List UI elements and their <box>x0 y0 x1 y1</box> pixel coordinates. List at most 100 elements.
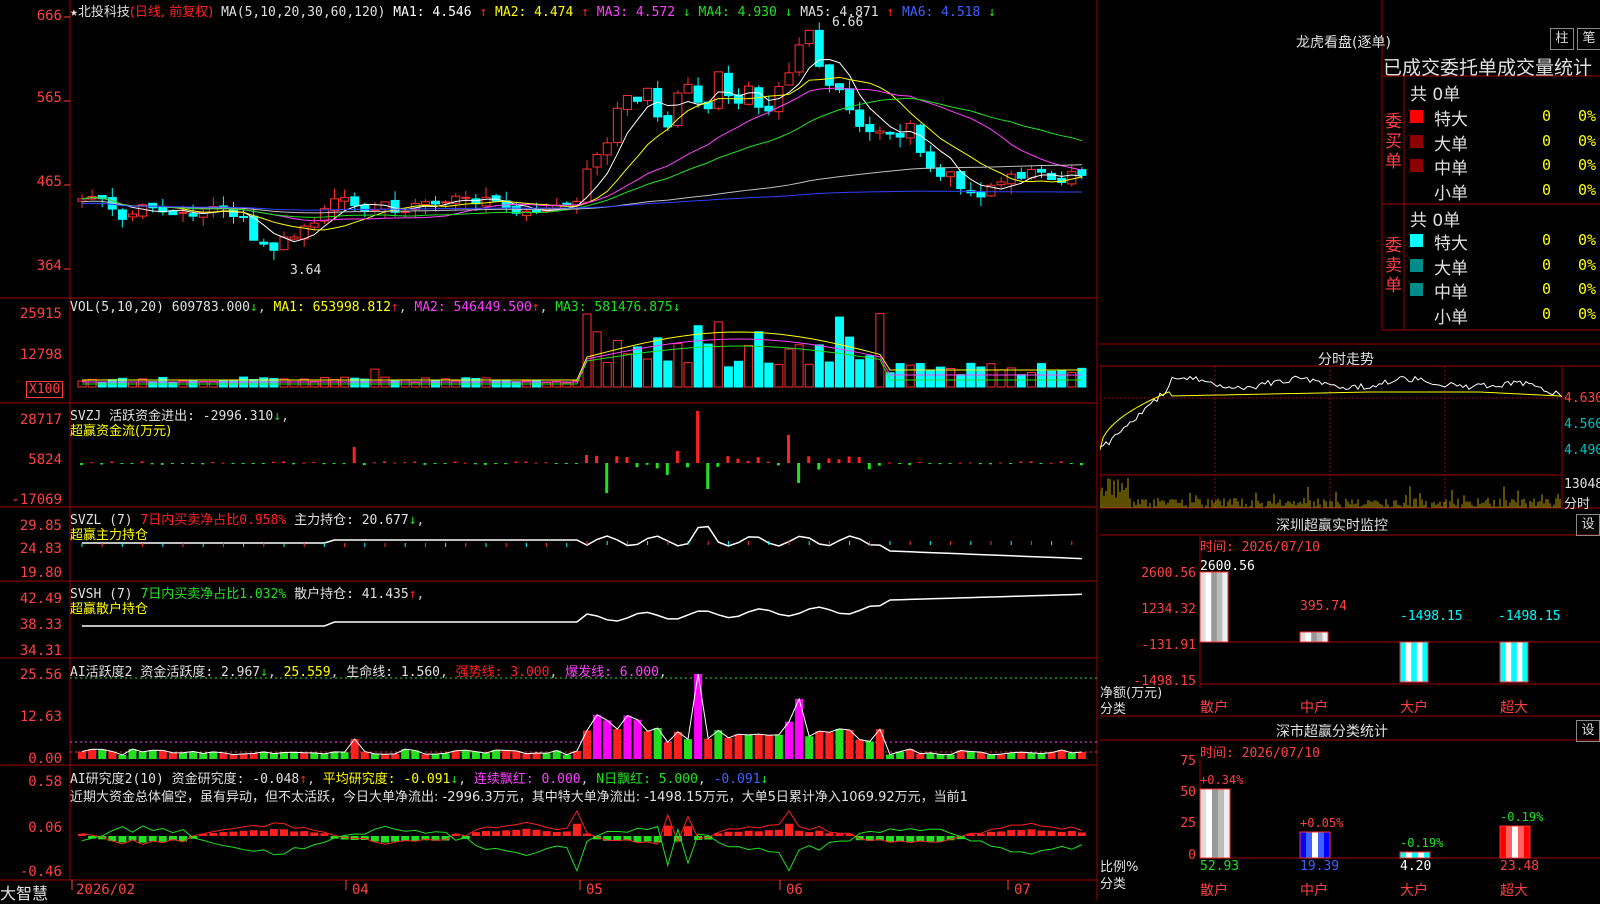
svzl-arrow: ↓ <box>408 513 417 528</box>
svzj-bar <box>110 461 114 463</box>
sz-monitor-settings-button[interactable]: 设 <box>1576 514 1600 536</box>
ai2-bar <box>381 836 389 843</box>
svzj-bar <box>433 463 437 464</box>
vol-tick-1: 25915 <box>19 306 62 322</box>
candle-body <box>835 83 844 91</box>
ai2-bar <box>512 829 521 836</box>
volume-bar <box>845 336 855 388</box>
ai1-bars <box>78 674 1086 759</box>
svzj-bar <box>766 461 770 463</box>
volume-bar <box>865 355 875 388</box>
candle-body <box>925 151 935 169</box>
sell-row-pct-2: 0% <box>1578 255 1597 274</box>
ai2-v2: 平均研究度: -0.091 <box>322 772 451 787</box>
ai2-bar <box>542 831 551 836</box>
ai2-bar <box>825 833 834 836</box>
ai1-bar <box>855 739 864 759</box>
volume-bars <box>77 313 1087 388</box>
svzj-bar <box>877 463 881 466</box>
volume-bar <box>249 379 259 388</box>
szm-value-3: -1498.15 <box>1400 609 1463 624</box>
ma-line-5 <box>81 164 1082 214</box>
ai1-bar <box>613 729 622 759</box>
column-mode-button[interactable]: 柱 <box>1550 28 1574 50</box>
fenshi-tick-3: 4.490 <box>1564 443 1600 458</box>
svzj-bar <box>918 462 922 464</box>
ai2-bar <box>724 831 733 836</box>
ai1-bar <box>391 753 400 759</box>
sz-class-settings-button[interactable]: 设 <box>1576 720 1600 742</box>
svzj-bar <box>130 463 134 464</box>
ai2-bar <box>906 836 915 842</box>
candle-body <box>824 64 834 86</box>
candle-body <box>420 201 430 206</box>
svzj-bar <box>504 463 508 465</box>
ai2-v4: N日飘红: 5.000 <box>596 772 698 787</box>
sz-class-tick-2: 50 <box>1180 785 1196 800</box>
ai2-bar <box>572 823 581 836</box>
volume-bar <box>622 353 632 388</box>
svzj-bar <box>473 463 477 465</box>
szm-bar-sanhu <box>1199 571 1229 643</box>
candle-body <box>602 142 612 156</box>
volume-bar <box>663 360 673 388</box>
szc-value-4: 23.48 <box>1500 859 1540 874</box>
szc-bar-zhonghu-stripe <box>1312 832 1319 858</box>
sell-row-label-2: 大单 <box>1434 258 1468 279</box>
svzl-tick-3: 19.80 <box>19 565 62 581</box>
ai2-bar <box>1067 830 1076 836</box>
ai1-bar <box>694 674 703 759</box>
szc-change-4: -0.19% <box>1500 810 1544 824</box>
szc-bar-dahu-stripe <box>1400 852 1407 858</box>
vol-tick-2: 12798 <box>19 347 62 363</box>
svzj-bar <box>847 456 851 463</box>
svzj-bar <box>231 463 235 464</box>
ai1-bar <box>482 753 490 759</box>
candle-body <box>693 85 703 103</box>
svzj-bar <box>514 461 518 463</box>
svzj-bar <box>423 463 427 465</box>
fenshi-price-line <box>1100 375 1563 448</box>
ai1-bar <box>865 741 874 759</box>
candle-body <box>461 196 471 199</box>
volume-bar <box>925 370 935 388</box>
ai1-bar <box>229 754 238 759</box>
candle-body <box>360 204 370 212</box>
ai1-bar <box>189 751 198 759</box>
ai1-bar <box>785 721 793 759</box>
volume-bar <box>562 382 572 388</box>
ai1-bar <box>886 754 894 759</box>
ma-item-6: MA6: 4.518 <box>902 5 989 20</box>
candle-body <box>865 124 875 133</box>
ai2-bar <box>987 831 995 836</box>
sz-monitor-tick-1: 2600.56 <box>1141 566 1196 581</box>
ai1-bar <box>310 752 319 759</box>
sz-class-time: 时间: 2026/07/10 <box>1200 746 1320 761</box>
ai1-bar <box>239 753 248 759</box>
svzj-bar <box>322 463 326 465</box>
svzj-bar <box>797 463 801 483</box>
szc-bar-chaoda-stripe <box>1512 826 1519 858</box>
ai1-bar <box>562 754 571 759</box>
buy-row-pct-1: 0% <box>1578 107 1597 125</box>
volume-bar <box>744 344 754 388</box>
buy-swatch-3 <box>1410 159 1423 172</box>
svzj-bar <box>342 463 346 465</box>
candle-body <box>269 242 279 251</box>
period-label[interactable]: (日线, 前复权) <box>130 5 213 20</box>
svzj-bar <box>372 462 376 464</box>
vol-unit: X100 <box>26 381 64 398</box>
candle-body <box>289 236 299 240</box>
ai2-bar <box>835 833 844 836</box>
tick-mode-button[interactable]: 笔 <box>1577 28 1600 50</box>
svzj-bar <box>888 462 891 464</box>
star-icon[interactable]: ★ <box>70 5 78 20</box>
szm-bar-sanhu-stripe <box>1205 572 1212 642</box>
svzj-bar <box>857 457 861 463</box>
ai2-bar <box>926 836 935 842</box>
ai1-bar <box>825 732 834 759</box>
svzj-bar <box>867 463 871 470</box>
ai1-bar <box>78 751 86 759</box>
ai1-header: AI活跃度2 资金活跃度: 2.967↓, 25.559, 生命线: 1.560… <box>70 665 667 680</box>
ai2-bar <box>209 832 218 836</box>
